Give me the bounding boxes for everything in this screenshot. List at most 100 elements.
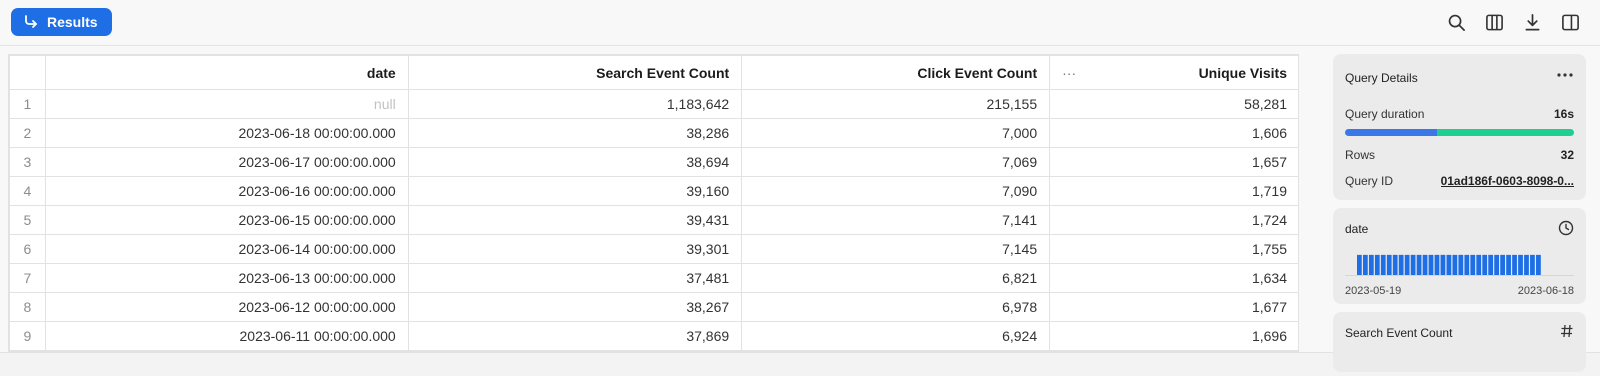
cell-search-event-count[interactable]: 39,431: [407, 205, 743, 235]
histogram-bar: [1458, 254, 1464, 275]
cell-unique-visits[interactable]: 1,724: [1049, 205, 1298, 235]
row-number: 5: [9, 205, 46, 235]
cell-unique-visits[interactable]: 1,657: [1049, 147, 1298, 177]
cell-search-event-count[interactable]: 1,183,642: [407, 89, 743, 119]
rows-value: 32: [1560, 148, 1574, 162]
cell-unique-visits[interactable]: 1,677: [1049, 292, 1298, 322]
cell-click-event-count[interactable]: 6,978: [741, 292, 1051, 322]
table-row[interactable]: 3 2023-06-17 00:00:00.000 38,694 7,069 1,657: [9, 147, 1298, 177]
cell-click-event-count[interactable]: 6,821: [741, 263, 1051, 293]
cell-date[interactable]: 2023-06-15 00:00:00.000: [44, 205, 409, 235]
query-duration-value: 16s: [1553, 107, 1574, 121]
histogram-bar: [1374, 254, 1380, 275]
cell-date[interactable]: null: [44, 89, 409, 119]
rows-row: Rows 32: [1345, 148, 1574, 162]
column-menu-icon[interactable]: ···: [1062, 65, 1076, 81]
cell-unique-visits[interactable]: 1,634: [1049, 263, 1298, 293]
histogram-bar: [1500, 254, 1505, 275]
row-number-header: [9, 55, 46, 90]
histogram-bar: [1518, 254, 1523, 275]
query-id-link[interactable]: 01ad186f-0603-8098-0...: [1441, 174, 1574, 188]
results-toolbar: Results: [0, 0, 1600, 46]
rows-label: Rows: [1345, 148, 1376, 162]
details-sidebar: Query Details Query duration 16s Rows 32…: [1333, 54, 1586, 372]
cell-unique-visits[interactable]: 1,696: [1049, 321, 1298, 351]
date-range: 2023-05-19 2023-06-18: [1345, 285, 1574, 297]
histogram-bar: [1506, 254, 1511, 275]
cell-date[interactable]: 2023-06-17 00:00:00.000: [44, 147, 409, 177]
table-row[interactable]: 5 2023-06-15 00:00:00.000 39,431 7,141 1,724: [9, 205, 1298, 235]
hash-icon: [1561, 324, 1573, 338]
columns-icon[interactable]: [1484, 11, 1504, 33]
query-duration-label: Query duration: [1345, 107, 1425, 121]
histogram-bar: [1380, 254, 1386, 275]
split-panel-icon[interactable]: [1560, 11, 1580, 33]
cell-unique-visits[interactable]: 1,719: [1049, 176, 1298, 206]
search-event-count-card[interactable]: Search Event Count: [1333, 312, 1586, 372]
histogram-bar: [1368, 254, 1374, 275]
table-row[interactable]: 7 2023-06-13 00:00:00.000 37,481 6,821 1,634: [9, 263, 1298, 293]
more-options-icon[interactable]: [1556, 68, 1574, 82]
return-arrow-icon: [25, 15, 37, 28]
column-header-search-event-count[interactable]: Search Event Count: [407, 55, 743, 90]
cell-search-event-count[interactable]: 38,286: [407, 118, 743, 148]
row-number: 1: [9, 89, 46, 119]
histogram-bar: [1434, 254, 1440, 275]
table-row[interactable]: 2 2023-06-18 00:00:00.000 38,286 7,000 1,606: [9, 118, 1298, 148]
cell-search-event-count[interactable]: 38,694: [407, 147, 743, 177]
histogram-bar: [1470, 254, 1476, 275]
query-duration-bar-primary: [1345, 129, 1437, 136]
histogram-bar: [1512, 254, 1517, 275]
cell-unique-visits[interactable]: 1,755: [1049, 234, 1298, 264]
date-column-card[interactable]: date 2023-05-19 2023-06-18: [1333, 208, 1586, 304]
clock-icon: [1558, 220, 1574, 236]
row-number: 9: [9, 321, 46, 351]
row-number: 4: [9, 176, 46, 206]
histogram-bar: [1398, 254, 1404, 275]
cell-date[interactable]: 2023-06-16 00:00:00.000: [44, 176, 409, 206]
cell-click-event-count[interactable]: 7,000: [741, 118, 1051, 148]
column-header-unique-visits-label: Unique Visits: [1198, 64, 1287, 81]
cell-click-event-count[interactable]: 6,924: [741, 321, 1051, 351]
table-row[interactable]: 8 2023-06-12 00:00:00.000 38,267 6,978 1,677: [9, 292, 1298, 322]
table-row[interactable]: 1 null 1,183,642 215,155 58,281: [9, 89, 1298, 119]
results-table: date Search Event Count Click Event Coun…: [9, 55, 1298, 351]
search-icon[interactable]: [1446, 11, 1466, 33]
download-icon[interactable]: [1522, 11, 1542, 33]
cell-search-event-count[interactable]: 37,869: [407, 321, 743, 351]
query-duration-row: Query duration 16s: [1345, 107, 1574, 121]
cell-click-event-count[interactable]: 7,145: [741, 234, 1051, 264]
table-row[interactable]: 9 2023-06-11 00:00:00.000 37,869 6,924 1,696: [9, 321, 1298, 351]
query-details-title: Query Details: [1345, 71, 1418, 85]
cell-click-event-count[interactable]: 215,155: [741, 89, 1051, 119]
cell-unique-visits[interactable]: 1,606: [1049, 118, 1298, 148]
column-header-unique-visits[interactable]: ··· Unique Visits: [1049, 55, 1298, 90]
cell-date[interactable]: 2023-06-11 00:00:00.000: [44, 321, 409, 351]
row-number: 8: [9, 292, 46, 322]
histogram-bar: [1362, 254, 1368, 275]
cell-click-event-count[interactable]: 7,141: [741, 205, 1051, 235]
cell-unique-visits[interactable]: 58,281: [1049, 89, 1298, 119]
cell-search-event-count[interactable]: 37,481: [407, 263, 743, 293]
results-button[interactable]: Results: [11, 8, 112, 36]
cell-click-event-count[interactable]: 7,069: [741, 147, 1051, 177]
column-header-click-event-count[interactable]: Click Event Count: [741, 55, 1051, 90]
date-card-title: date: [1345, 222, 1369, 236]
cell-click-event-count[interactable]: 7,090: [741, 176, 1051, 206]
query-id-row: Query ID 01ad186f-0603-8098-0...: [1345, 174, 1574, 188]
histogram-bar: [1416, 254, 1422, 275]
query-details-card: Query Details Query duration 16s Rows 32…: [1333, 54, 1586, 200]
cell-search-event-count[interactable]: 39,301: [407, 234, 743, 264]
cell-date[interactable]: 2023-06-13 00:00:00.000: [44, 263, 409, 293]
cell-date[interactable]: 2023-06-18 00:00:00.000: [44, 118, 409, 148]
cell-search-event-count[interactable]: 39,160: [407, 176, 743, 206]
column-header-date[interactable]: date: [44, 55, 409, 90]
cell-search-event-count[interactable]: 38,267: [407, 292, 743, 322]
histogram-bar: [1494, 254, 1500, 275]
table-row[interactable]: 4 2023-06-16 00:00:00.000 39,160 7,090 1,719: [9, 176, 1298, 206]
cell-date[interactable]: 2023-06-12 00:00:00.000: [44, 292, 409, 322]
table-header-row: date Search Event Count Click Event Coun…: [9, 55, 1298, 90]
table-row[interactable]: 6 2023-06-14 00:00:00.000 39,301 7,145 1,755: [9, 234, 1298, 264]
row-number: 6: [9, 234, 46, 264]
cell-date[interactable]: 2023-06-14 00:00:00.000: [44, 234, 409, 264]
